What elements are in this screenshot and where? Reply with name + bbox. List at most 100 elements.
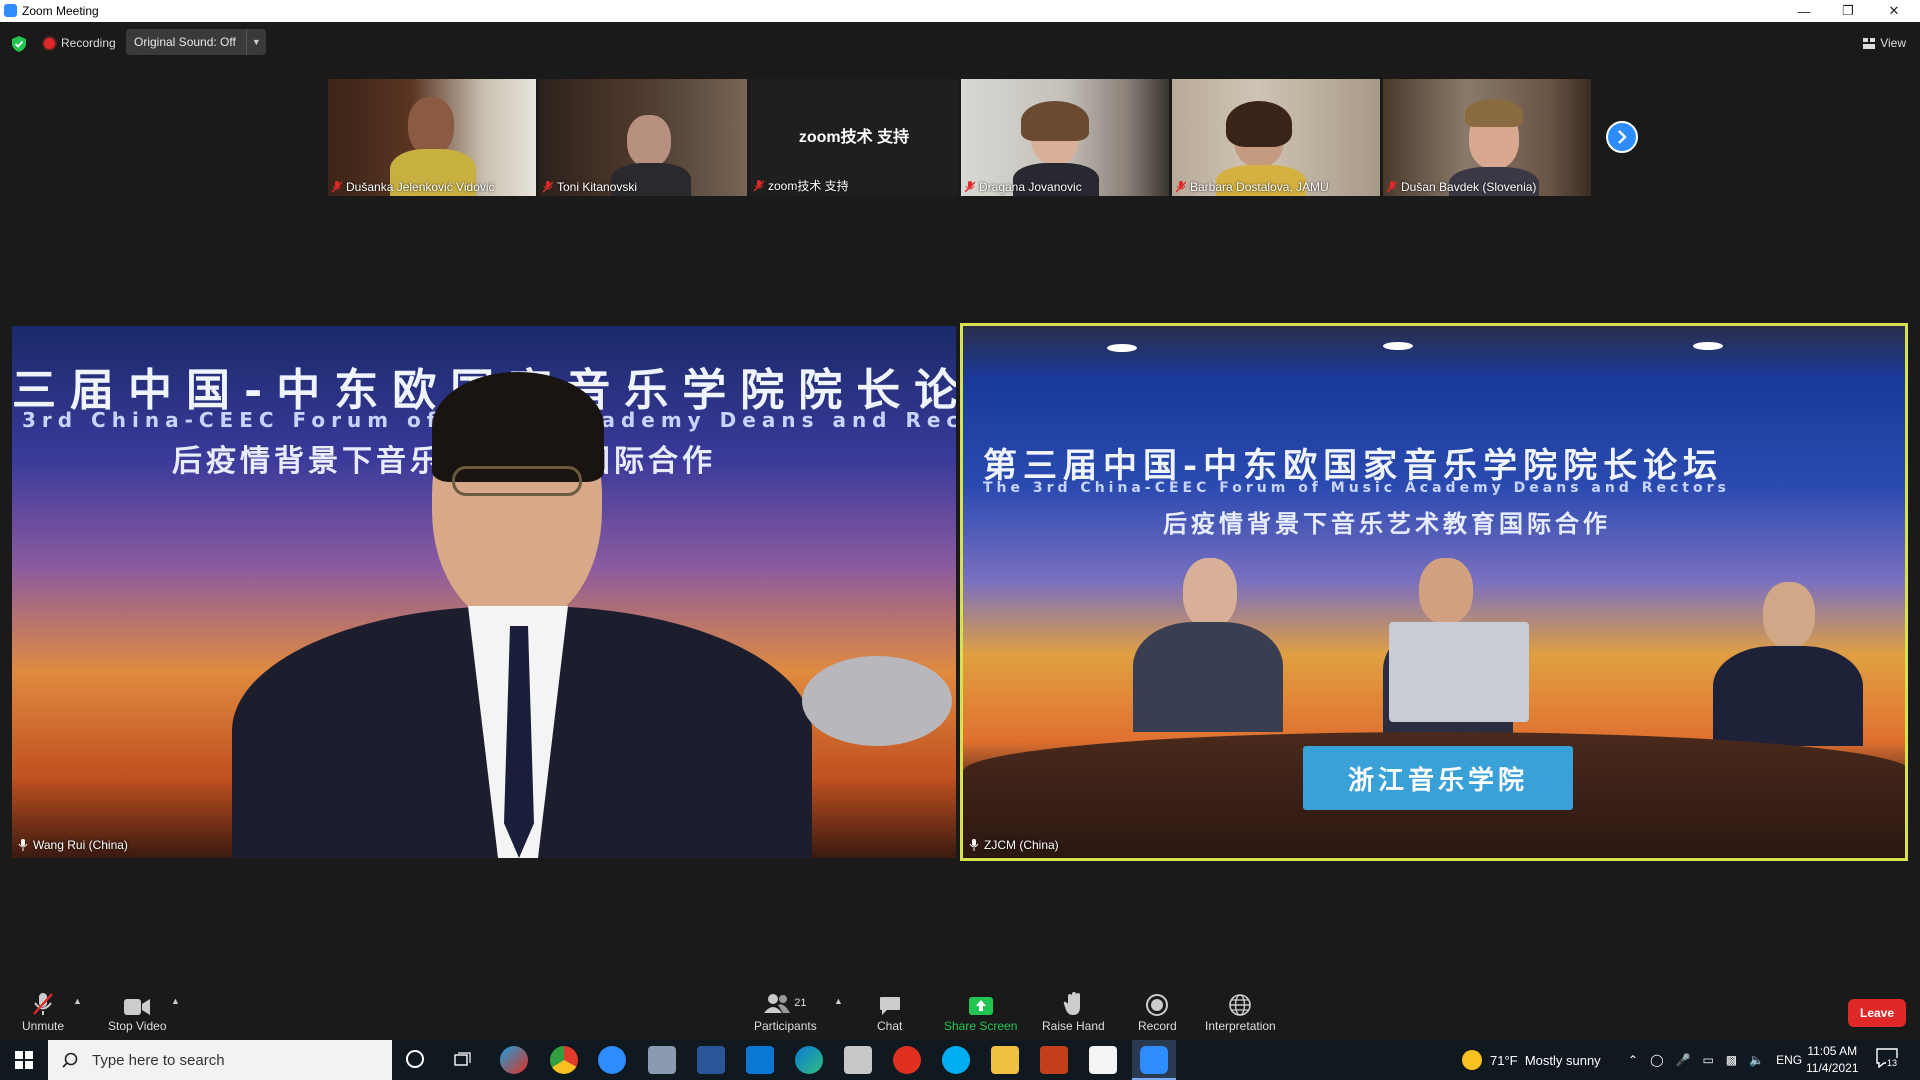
window-title-bar: Zoom Meeting — ❐ ✕: [0, 0, 1920, 22]
recording-label: Recording: [61, 36, 116, 50]
recording-dot-icon: [44, 37, 55, 49]
participant-name: Barbara Dostalova, JAMU: [1176, 180, 1329, 194]
speaker-video-figure: [1763, 582, 1815, 648]
participant-thumbnail[interactable]: zoom技术 支持 zoom技术 支持: [750, 79, 958, 196]
speaker-video-figure: [1133, 622, 1283, 732]
mic-icon: [969, 839, 979, 851]
weather-widget[interactable]: 71°F Mostly sunny: [1462, 1040, 1601, 1080]
close-button[interactable]: ✕: [1872, 0, 1916, 22]
battery-icon[interactable]: ▭: [1702, 1053, 1713, 1067]
recording-indicator[interactable]: Recording: [44, 36, 116, 50]
sign-text: 浙江音乐学院: [1347, 765, 1528, 796]
speaker-video-figure: [1183, 558, 1237, 628]
participants-button[interactable]: 21 Participants: [754, 990, 817, 1033]
windows-taskbar: Type here to search 71°F Mostly sunny ⌃ …: [0, 1040, 1920, 1080]
speaker-video-figure: [802, 656, 952, 746]
speaker-video-figure: [452, 466, 582, 496]
ceiling-light: [1107, 344, 1137, 352]
microphone-icon[interactable]: 🎤: [1676, 1053, 1691, 1067]
minimize-button[interactable]: —: [1782, 0, 1826, 22]
participant-name: Dušan Bavdek (Slovenia): [1387, 180, 1536, 194]
muted-mic-icon: [332, 181, 342, 193]
language-indicator[interactable]: ENG: [1776, 1053, 1802, 1067]
audio-options-caret-icon[interactable]: ▲: [73, 996, 82, 1006]
store-icon[interactable]: [746, 1046, 774, 1074]
stop-video-button[interactable]: Stop Video: [108, 990, 167, 1033]
skype-icon[interactable]: [942, 1046, 970, 1074]
participant-thumbnail[interactable]: Dušanka Jelenković Vidović: [328, 79, 536, 196]
taskbar-app-icon[interactable]: [648, 1046, 676, 1074]
security-shield-icon[interactable]: [12, 36, 26, 52]
word-icon[interactable]: [697, 1046, 725, 1074]
zoom-app-icon: [1140, 1046, 1168, 1074]
participant-thumbnail[interactable]: Toni Kitanovski: [539, 79, 747, 196]
start-button[interactable]: [0, 1040, 48, 1080]
restore-button[interactable]: ❐: [1826, 0, 1870, 22]
meeting-controls-toolbar: Unmute ▲ Stop Video ▲ 21 Participants ▲ …: [0, 980, 1920, 1040]
raise-hand-button[interactable]: Raise Hand: [1042, 990, 1105, 1033]
speaker-video-figure: [1419, 558, 1473, 624]
participant-name: zoom技术 支持: [754, 177, 849, 194]
mic-icon: [18, 839, 28, 851]
zoom-taskbar-button[interactable]: [1132, 1040, 1176, 1080]
taskbar-clock[interactable]: 11:05 AM 11/4/2021: [1806, 1043, 1859, 1077]
globe-icon: [1229, 994, 1252, 1016]
windows-logo-icon: [15, 1051, 33, 1069]
sun-icon: [1462, 1050, 1482, 1070]
name-sign: 浙江音乐学院: [1303, 746, 1573, 810]
raise-hand-icon: [1064, 992, 1081, 1015]
clock-time: 11:05 AM: [1807, 1044, 1858, 1058]
task-view-icon[interactable]: [454, 1052, 472, 1073]
taskbar-app-icon[interactable]: [893, 1046, 921, 1074]
original-sound-dropdown-icon[interactable]: ▼: [245, 29, 266, 55]
speaker-video-left[interactable]: 三届中国-中东欧国家音乐学院院长论 3rd China-CEEC Forum o…: [12, 326, 956, 858]
participant-video-figure: [1465, 99, 1523, 127]
participant-thumbnail[interactable]: Dušan Bavdek (Slovenia): [1383, 79, 1591, 196]
video-camera-icon: [124, 999, 151, 1015]
participant-video-figure: [1226, 101, 1292, 147]
share-screen-button[interactable]: Share Screen: [944, 990, 1017, 1033]
chat-button[interactable]: Chat: [877, 990, 902, 1033]
powerpoint-icon[interactable]: [1040, 1046, 1068, 1074]
video-options-caret-icon[interactable]: ▲: [171, 996, 180, 1006]
edge-icon[interactable]: [795, 1046, 823, 1074]
taskbar-search-box[interactable]: Type here to search: [48, 1040, 392, 1080]
original-sound-button[interactable]: Original Sound: Off ▼: [126, 29, 266, 55]
taskbar-app-icon[interactable]: [844, 1046, 872, 1074]
search-placeholder: Type here to search: [92, 1051, 225, 1069]
taskbar-app-icon[interactable]: [500, 1046, 528, 1074]
participants-icon: [764, 994, 791, 1013]
speaker-video-right[interactable]: 第三届中国-中东欧国家音乐学院院长论坛 The 3rd China-CEEC F…: [960, 323, 1908, 861]
interpretation-button[interactable]: Interpretation: [1205, 990, 1276, 1033]
acrobat-icon[interactable]: [1089, 1046, 1117, 1074]
participant-name: Wang Rui (China): [18, 838, 128, 852]
participant-video-figure: [408, 97, 454, 155]
participant-thumbnail[interactable]: Barbara Dostalova, JAMU: [1172, 79, 1380, 196]
action-center-button[interactable]: 13: [1876, 1048, 1900, 1072]
muted-mic-icon: [754, 179, 764, 191]
record-button[interactable]: Record: [1138, 990, 1177, 1033]
banner-tagline: 后疫情背景下音乐艺术教育国际合作: [1163, 509, 1611, 538]
next-page-button[interactable]: [1606, 121, 1638, 153]
leave-button[interactable]: Leave: [1848, 999, 1906, 1027]
participant-name: ZJCM (China): [969, 838, 1059, 852]
muted-mic-icon: [1387, 181, 1397, 193]
view-button[interactable]: View: [1863, 36, 1906, 50]
participants-options-caret-icon[interactable]: ▲: [834, 996, 843, 1006]
chrome-icon[interactable]: [550, 1046, 578, 1074]
chat-bubble-icon: [879, 997, 900, 1015]
tray-app-icon[interactable]: ◯: [1650, 1053, 1663, 1067]
participant-thumbnail[interactable]: Dragana Jovanovic: [961, 79, 1169, 196]
clock-date: 11/4/2021: [1806, 1061, 1859, 1075]
unmute-button[interactable]: Unmute: [22, 990, 64, 1033]
muted-mic-icon: [1176, 181, 1186, 193]
volume-icon[interactable]: 🔈: [1749, 1053, 1764, 1067]
cortana-icon[interactable]: [406, 1050, 424, 1068]
notification-count: 13: [1886, 1058, 1899, 1068]
participant-name: Dragana Jovanovic: [965, 180, 1082, 194]
taskbar-app-icon[interactable]: [598, 1046, 626, 1074]
network-icon[interactable]: ▩: [1726, 1053, 1737, 1067]
chevron-up-icon[interactable]: ⌃: [1628, 1053, 1638, 1067]
file-explorer-icon[interactable]: [991, 1046, 1019, 1074]
participants-count: 21: [794, 997, 807, 1009]
